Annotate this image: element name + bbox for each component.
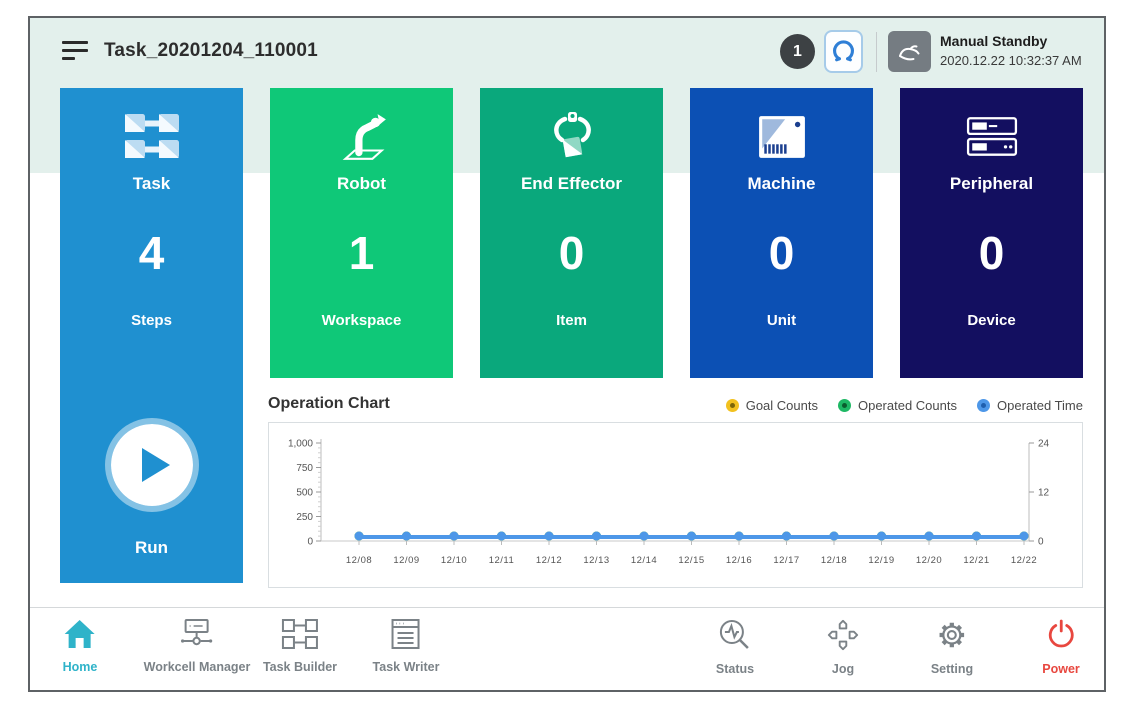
card-title: End Effector — [480, 174, 663, 194]
svg-text:750: 750 — [296, 463, 313, 474]
nav-item-jog[interactable]: Jog — [825, 618, 861, 676]
svg-text:12/11: 12/11 — [489, 555, 515, 566]
card-title: Machine — [690, 174, 873, 194]
nav-item-setting[interactable]: Setting — [931, 618, 973, 676]
card-title: Robot — [270, 174, 453, 194]
svg-text:1,000: 1,000 — [288, 439, 313, 450]
svg-text:12/16: 12/16 — [726, 555, 752, 566]
nav-item-power[interactable]: Power — [1042, 618, 1080, 676]
nav-divider — [30, 607, 1104, 608]
card-unit: Unit — [690, 312, 873, 329]
card-unit: Device — [900, 312, 1083, 329]
operated-time-dot — [977, 399, 990, 412]
task-builder-icon — [280, 618, 320, 650]
card-count: 4 — [60, 226, 243, 280]
nav-item-task-writer[interactable]: Task Writer — [373, 618, 440, 674]
hand-icon — [896, 39, 924, 65]
svg-text:250: 250 — [296, 512, 313, 523]
jog-icon — [825, 618, 861, 652]
card-count: 0 — [690, 226, 873, 280]
legend-operated-counts: Operated Counts — [838, 398, 957, 413]
svg-text:12/17: 12/17 — [773, 555, 799, 566]
svg-text:12/14: 12/14 — [631, 555, 657, 566]
svg-text:12/21: 12/21 — [963, 555, 989, 566]
svg-text:12/19: 12/19 — [868, 555, 894, 566]
svg-text:12/20: 12/20 — [916, 555, 942, 566]
menu-icon[interactable] — [62, 41, 88, 60]
home-icon — [63, 618, 97, 650]
legend-operated-time: Operated Time — [977, 398, 1083, 413]
card-title: Peripheral — [900, 174, 1083, 194]
card-task[interactable]: Task 4 Steps Run — [60, 88, 243, 583]
nav-item-task-builder[interactable]: Task Builder — [263, 618, 337, 674]
workcell-manager-icon — [177, 618, 217, 650]
card-title: Task — [60, 174, 243, 194]
task-steps-icon — [60, 106, 243, 168]
goal-counts-dot — [726, 399, 739, 412]
mode-label: Manual Standby — [940, 33, 1082, 49]
gripper-icon — [830, 38, 857, 65]
card-count: 1 — [270, 226, 453, 280]
card-unit: Item — [480, 312, 663, 329]
svg-text:12: 12 — [1038, 488, 1050, 499]
svg-text:12/13: 12/13 — [583, 555, 609, 566]
operation-chart: 0 250 500 750 1,000 0 12 24 12/08 12/09 12/10 12/11… — [268, 422, 1083, 588]
chart-title: Operation Chart — [268, 395, 390, 413]
run-button[interactable] — [105, 418, 199, 512]
chart-legend: Goal Counts Operated Counts Operated Tim… — [726, 398, 1083, 413]
card-peripheral[interactable]: Peripheral 0 Device — [900, 88, 1083, 378]
nav-item-status[interactable]: Status — [716, 618, 754, 676]
svg-text:12/22: 12/22 — [1011, 555, 1037, 566]
svg-text:12/18: 12/18 — [821, 555, 847, 566]
card-unit: Workspace — [270, 312, 453, 329]
nav-item-workcell-manager[interactable]: Workcell Manager — [144, 618, 251, 674]
card-unit: Steps — [60, 312, 243, 329]
svg-text:24: 24 — [1038, 439, 1050, 450]
operation-chart-plot: 0 250 500 750 1,000 0 12 24 12/08 12/09 12/10 12/11… — [269, 423, 1082, 587]
svg-text:0: 0 — [1038, 537, 1044, 548]
operated-counts-dot — [838, 399, 851, 412]
card-machine[interactable]: Machine 0 Unit — [690, 88, 873, 378]
peripheral-icon — [900, 106, 1083, 168]
gripper-button[interactable] — [824, 30, 863, 73]
page-title: Task_20201204_110001 — [104, 40, 318, 62]
header-divider — [876, 32, 877, 72]
run-label: Run — [60, 538, 243, 558]
svg-text:12/08: 12/08 — [346, 555, 372, 566]
nav-item-home[interactable]: Home — [63, 618, 98, 674]
robot-mode-status: Manual Standby 2020.12.22 10:32:37 AM — [940, 33, 1082, 68]
status-icon — [717, 618, 753, 652]
task-writer-icon — [389, 618, 423, 650]
svg-text:0: 0 — [307, 537, 313, 548]
card-count: 0 — [900, 226, 1083, 280]
notification-badge[interactable]: 1 — [780, 34, 815, 69]
card-robot[interactable]: Robot 1 Workspace — [270, 88, 453, 378]
power-icon — [1044, 618, 1078, 652]
svg-text:500: 500 — [296, 488, 313, 499]
play-icon — [142, 448, 170, 482]
setting-icon — [934, 618, 970, 652]
manual-mode-icon[interactable] — [888, 31, 931, 72]
svg-text:12/09: 12/09 — [393, 555, 419, 566]
svg-text:12/12: 12/12 — [536, 555, 562, 566]
card-end-effector[interactable]: End Effector 0 Item — [480, 88, 663, 378]
legend-goal-counts: Goal Counts — [726, 398, 818, 413]
machine-icon — [690, 106, 873, 168]
svg-text:12/10: 12/10 — [441, 555, 467, 566]
robot-icon — [270, 106, 453, 168]
app-frame: Task_20201204_110001 1 Manual Standby 20… — [28, 16, 1106, 692]
end-effector-icon — [480, 106, 663, 168]
svg-text:12/15: 12/15 — [678, 555, 704, 566]
card-count: 0 — [480, 226, 663, 280]
mode-timestamp: 2020.12.22 10:32:37 AM — [940, 53, 1082, 68]
